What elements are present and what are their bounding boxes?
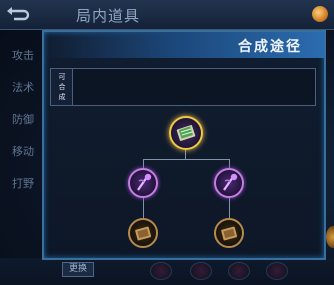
equipment-slot[interactable] xyxy=(228,262,250,280)
back-arrow-icon xyxy=(7,7,30,21)
crafting-path-panel: 合成途径 可合成 xyxy=(42,30,326,260)
brown-book-icon xyxy=(135,226,152,241)
purple-staff-icon xyxy=(137,173,152,191)
spellbook-icon xyxy=(176,125,196,141)
craftable-label: 可合成 xyxy=(58,73,66,101)
panel-header: 合成途径 xyxy=(44,32,324,58)
equipment-slot[interactable] xyxy=(266,262,288,280)
tree-connector xyxy=(143,159,144,168)
item-node-right[interactable] xyxy=(214,168,244,198)
item-node-left[interactable] xyxy=(128,168,158,198)
side-item-jungle[interactable]: 打野 xyxy=(0,168,42,200)
side-item-attack[interactable]: 攻击 xyxy=(0,40,42,72)
tree-connector xyxy=(185,150,186,159)
tree-connector xyxy=(229,159,230,168)
side-item-magic[interactable]: 法术 xyxy=(0,72,42,104)
coin-icon xyxy=(312,6,328,22)
craftable-label-box: 可合成 xyxy=(51,69,73,105)
side-item-movement[interactable]: 移动 xyxy=(0,136,42,168)
equipment-slot[interactable] xyxy=(190,262,212,280)
craftable-row: 可合成 xyxy=(50,68,316,106)
purple-staff-icon xyxy=(223,173,238,191)
equipment-slot[interactable] xyxy=(150,262,172,280)
panel-title: 合成途径 xyxy=(238,39,302,55)
tree-connector xyxy=(143,159,230,160)
back-button[interactable] xyxy=(4,3,30,25)
tree-connector xyxy=(229,198,230,218)
orb-icon xyxy=(326,226,334,248)
item-node-left-child[interactable] xyxy=(128,218,158,248)
item-node-root[interactable] xyxy=(169,116,203,150)
side-item-defense[interactable]: 防御 xyxy=(0,104,42,136)
item-node-right-child[interactable] xyxy=(214,218,244,248)
tree-connector xyxy=(143,198,144,218)
brown-book-icon xyxy=(221,226,238,241)
side-menu: 攻击 法术 防御 移动 打野 xyxy=(0,40,42,200)
background-title: 局内道具 xyxy=(76,7,141,25)
replace-button[interactable]: 更换 xyxy=(62,262,94,277)
top-bar: 局内道具 xyxy=(0,0,334,30)
